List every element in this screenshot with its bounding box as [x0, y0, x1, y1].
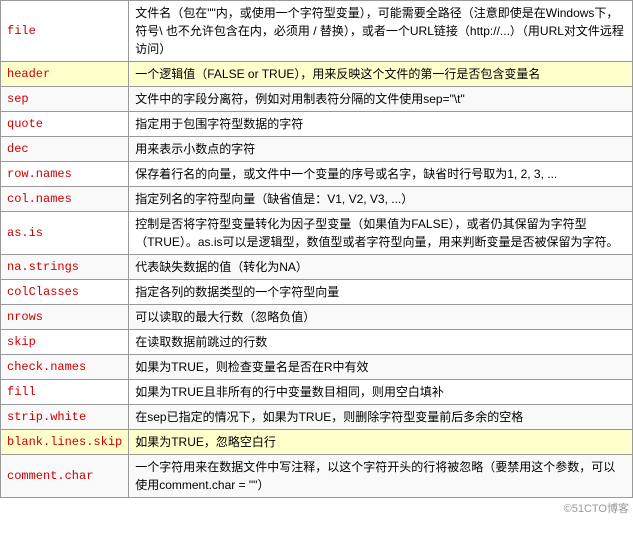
param-desc: 一个字符用来在数据文件中写注释，以这个字符开头的行将被忽略（要禁用这个参数，可以… — [129, 455, 633, 498]
param-name: blank.lines.skip — [1, 430, 129, 455]
param-desc: 在sep已指定的情况下，如果为TRUE，则删除字符型变量前后多余的空格 — [129, 405, 633, 430]
param-name: col.names — [1, 187, 129, 212]
param-name: quote — [1, 112, 129, 137]
param-name: sep — [1, 87, 129, 112]
param-name: nrows — [1, 305, 129, 330]
param-name: fill — [1, 380, 129, 405]
param-desc: 可以读取的最大行数（忽略负值） — [129, 305, 633, 330]
param-desc: 文件中的字段分离符，例如对用制表符分隔的文件使用sep="\t" — [129, 87, 633, 112]
param-desc: 如果为TRUE，忽略空白行 — [129, 430, 633, 455]
param-name: header — [1, 62, 129, 87]
param-name: check.names — [1, 355, 129, 380]
param-desc: 控制是否将字符型变量转化为因子型变量（如果值为FALSE），或者仍其保留为字符型… — [129, 212, 633, 255]
param-name: colClasses — [1, 280, 129, 305]
param-name: strip.white — [1, 405, 129, 430]
param-name: na.strings — [1, 255, 129, 280]
param-name: comment.char — [1, 455, 129, 498]
param-desc: 一个逻辑值（FALSE or TRUE），用来反映这个文件的第一行是否包含变量名 — [129, 62, 633, 87]
param-desc: 如果为TRUE，则检查变量名是否在R中有效 — [129, 355, 633, 380]
param-desc: 代表缺失数据的值（转化为NA） — [129, 255, 633, 280]
parameters-table: file文件名（包在""内，或使用一个字符型变量），可能需要全路径（注意即使是在… — [0, 0, 633, 498]
footer-note: ©51CTO博客 — [0, 498, 633, 518]
param-name: row.names — [1, 162, 129, 187]
param-desc: 指定用于包围字符型数据的字符 — [129, 112, 633, 137]
param-name: dec — [1, 137, 129, 162]
param-name: file — [1, 1, 129, 62]
param-desc: 保存着行名的向量，或文件中一个变量的序号或名字，缺省时行号取为1, 2, 3, … — [129, 162, 633, 187]
param-desc: 指定列名的字符型向量（缺省值是：V1, V2, V3, ...） — [129, 187, 633, 212]
param-desc: 用来表示小数点的字符 — [129, 137, 633, 162]
param-desc: 文件名（包在""内，或使用一个字符型变量），可能需要全路径（注意即使是在Wind… — [129, 1, 633, 62]
param-name: skip — [1, 330, 129, 355]
param-desc: 如果为TRUE且非所有的行中变量数目相同，则用空白填补 — [129, 380, 633, 405]
param-name: as.is — [1, 212, 129, 255]
param-desc: 在读取数据前跳过的行数 — [129, 330, 633, 355]
param-desc: 指定各列的数据类型的一个字符型向量 — [129, 280, 633, 305]
